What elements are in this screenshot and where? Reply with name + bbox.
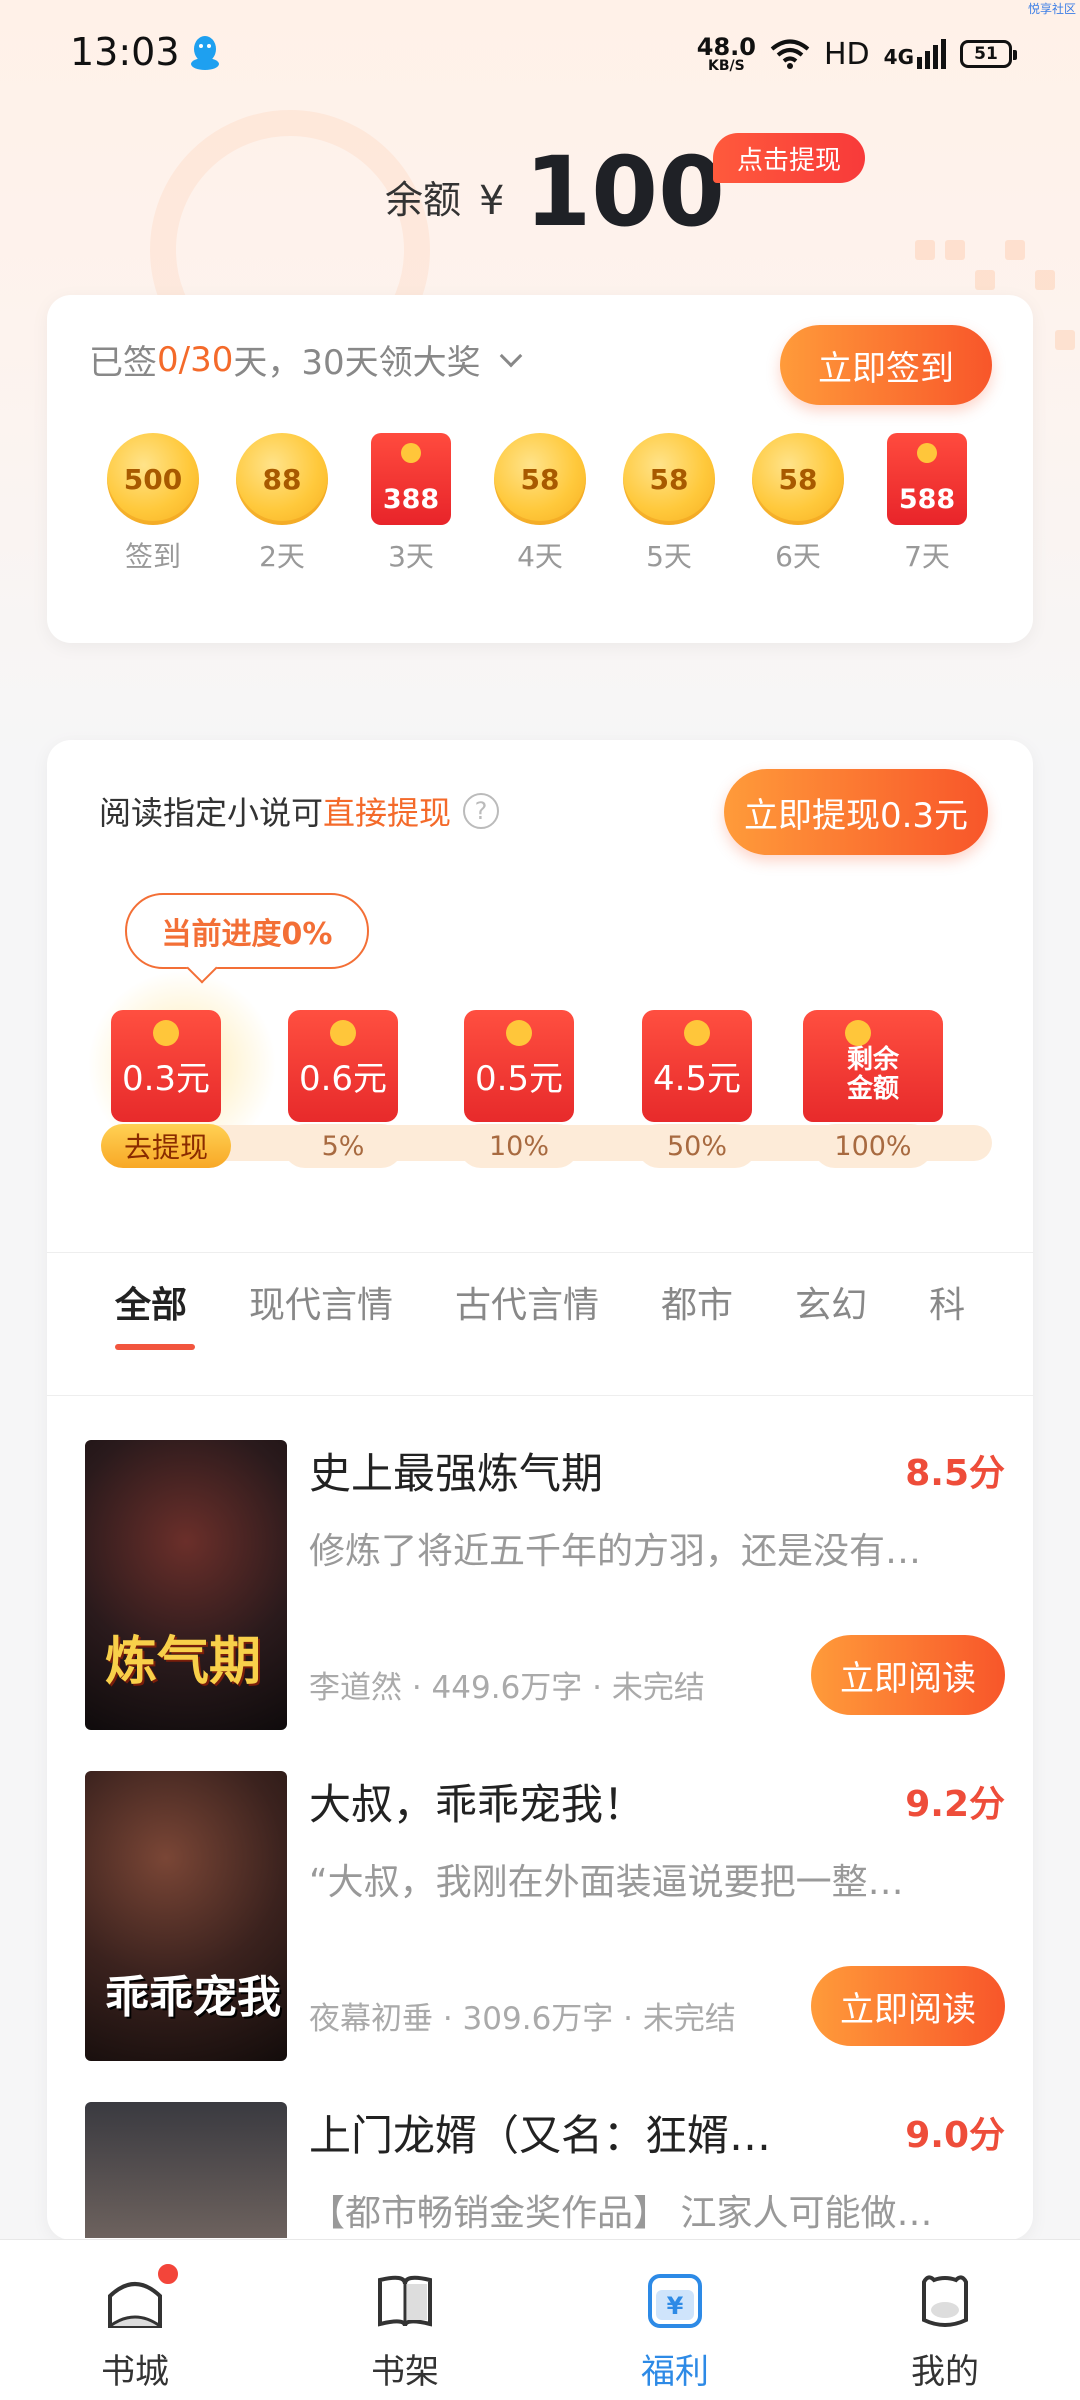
hd-indicator: HD <box>823 36 870 72</box>
battery-icon: 51 <box>960 40 1017 68</box>
signin-day[interactable]: 58 4天 <box>492 433 588 575</box>
coin-icon: 88 <box>236 433 328 525</box>
status-bar: 13:03 48.0 KB/S HD 4G 51 悦享社区 <box>0 0 1080 108</box>
book-description: 【都市畅销金奖作品】 江家人可能做… <box>309 2193 933 2234</box>
signin-days: 500 签到 88 2天 388 3天 58 4天 58 5天 58 6天 58… <box>105 433 975 575</box>
book-meta: 夜幕初垂 · 309.6万字 · 未完结 <box>309 2001 736 2037</box>
profile-icon <box>914 2270 976 2332</box>
milestone[interactable]: 0.6元 5% <box>283 1010 403 1168</box>
milestone[interactable]: 4.5元 50% <box>637 1010 757 1168</box>
book-item[interactable]: 乖乖宠我 大叔，乖乖宠我！ 9.2分 “大叔，我刚在外面装逼说要把一整… 夜幕初… <box>85 1771 1005 2061</box>
book-score: 8.5分 <box>905 1453 1005 1494</box>
book-description: “大叔，我刚在外面装逼说要把一整… <box>309 1862 904 1903</box>
signin-day[interactable]: 58 5天 <box>621 433 717 575</box>
book-title: 上门龙婿（又名：狂婿… <box>309 2111 772 2160</box>
signin-card: 已签 0/30 天，30天领大奖 立即签到 500 签到 88 2天 388 3… <box>47 295 1033 643</box>
signin-button[interactable]: 立即签到 <box>780 325 992 405</box>
red-envelope-icon: 4.5元 <box>642 1010 752 1122</box>
coin-icon: 58 <box>623 433 715 525</box>
book-cover[interactable]: 乖乖宠我 <box>85 1771 287 2061</box>
coin-icon: 58 <box>494 433 586 525</box>
category-tabs: 全部 现代言情 古代言情 都市 玄幻 科 <box>47 1252 1033 1352</box>
book-item[interactable]: 炼气期 史上最强炼气期 8.5分 修炼了将近五千年的方羽，还是没有… 李道然 ·… <box>85 1440 1005 1730</box>
svg-text:¥: ¥ <box>667 2292 684 2320</box>
balance-display: 余额 ¥ 100 <box>385 130 725 240</box>
read-now-button[interactable]: 立即阅读 <box>811 1966 1005 2046</box>
withdraw-bubble-button[interactable]: 点击提现 <box>713 133 866 183</box>
tabs-divider <box>47 1395 1033 1396</box>
signin-count: 0/30 <box>157 339 234 380</box>
signin-day[interactable]: 388 3天 <box>363 433 459 575</box>
book-score: 9.2分 <box>905 1784 1005 1825</box>
signin-day[interactable]: 588 7天 <box>879 433 975 575</box>
book-title: 史上最强炼气期 <box>309 1449 604 1498</box>
bottom-navigation: 书城 书架 ¥ 福利 我的 <box>0 2239 1080 2400</box>
welfare-icon: ¥ <box>644 2270 706 2332</box>
reading-reward-title: 阅读指定小说可 直接提现 ? <box>99 788 500 834</box>
red-envelope-icon: 588 <box>887 433 967 525</box>
withdraw-label[interactable]: 去提现 <box>101 1124 231 1168</box>
bookshelf-icon <box>374 2270 436 2332</box>
red-envelope-icon: 0.5元 <box>464 1010 574 1122</box>
signal-4g-icon: 4G <box>884 39 946 69</box>
qq-notification-icon <box>191 36 219 70</box>
red-envelope-icon: 剩余 金额 <box>803 1010 943 1122</box>
corner-tag: 悦享社区 <box>1027 2 1076 16</box>
book-cover[interactable]: 炼气期 <box>85 1440 287 1730</box>
wifi-icon <box>770 39 810 69</box>
nav-bookshelf[interactable]: 书架 <box>270 2240 540 2400</box>
tab-scifi[interactable]: 科 <box>929 1252 965 1352</box>
currency-symbol: ¥ <box>479 178 505 224</box>
signin-progress[interactable]: 已签 0/30 天，30天领大奖 <box>89 335 522 384</box>
milestone[interactable]: 剩余 金额 100% <box>803 1010 943 1168</box>
book-meta: 李道然 · 449.6万字 · 未完结 <box>309 1670 705 1706</box>
tab-all[interactable]: 全部 <box>115 1252 196 1352</box>
chevron-down-icon[interactable] <box>499 344 522 367</box>
book-cover[interactable] <box>85 2102 287 2238</box>
red-envelope-icon: 0.6元 <box>288 1010 398 1122</box>
tab-fantasy[interactable]: 玄幻 <box>795 1252 867 1352</box>
status-time: 13:03 <box>70 30 180 74</box>
balance-label: 余额 <box>385 178 462 222</box>
nav-profile[interactable]: 我的 <box>810 2240 1080 2400</box>
tab-modern-romance[interactable]: 现代言情 <box>249 1252 393 1352</box>
balance-amount: 100 <box>524 136 725 248</box>
tab-urban[interactable]: 都市 <box>661 1252 733 1352</box>
signin-day[interactable]: 58 6天 <box>750 433 846 575</box>
red-envelope-icon: 0.3元 <box>111 1010 221 1122</box>
signin-day[interactable]: 500 签到 <box>105 433 201 575</box>
milestone[interactable]: 0.5元 10% <box>459 1010 579 1168</box>
nav-bookstore[interactable]: 书城 <box>0 2240 270 2400</box>
coin-icon: 500 <box>107 433 199 525</box>
book-title: 大叔，乖乖宠我！ <box>309 1780 646 1829</box>
nav-welfare[interactable]: ¥ 福利 <box>540 2240 810 2400</box>
network-speed: 48.0 KB/S <box>696 33 756 74</box>
book-score: 9.0分 <box>905 2115 1005 2156</box>
notification-dot <box>156 2262 180 2286</box>
read-now-button[interactable]: 立即阅读 <box>811 1635 1005 1715</box>
tab-ancient-romance[interactable]: 古代言情 <box>455 1252 599 1352</box>
milestone[interactable]: 0.3元 去提现 <box>101 1010 231 1168</box>
signin-day[interactable]: 88 2天 <box>234 433 330 575</box>
reading-reward-card: 阅读指定小说可 直接提现 ? 立即提现0.3元 当前进度0% 0.3元 去提现 … <box>47 740 1033 2240</box>
bookstore-icon <box>104 2262 180 2332</box>
withdraw-now-button[interactable]: 立即提现0.3元 <box>724 769 988 855</box>
help-icon[interactable]: ? <box>463 793 500 829</box>
book-description: 修炼了将近五千年的方羽，还是没有… <box>309 1531 922 1572</box>
red-envelope-icon: 388 <box>371 433 451 525</box>
progress-bubble: 当前进度0% <box>125 893 369 969</box>
book-item[interactable]: 上门龙婿（又名：狂婿… 9.0分 【都市畅销金奖作品】 江家人可能做… <box>85 2102 1005 2238</box>
coin-icon: 58 <box>752 433 844 525</box>
